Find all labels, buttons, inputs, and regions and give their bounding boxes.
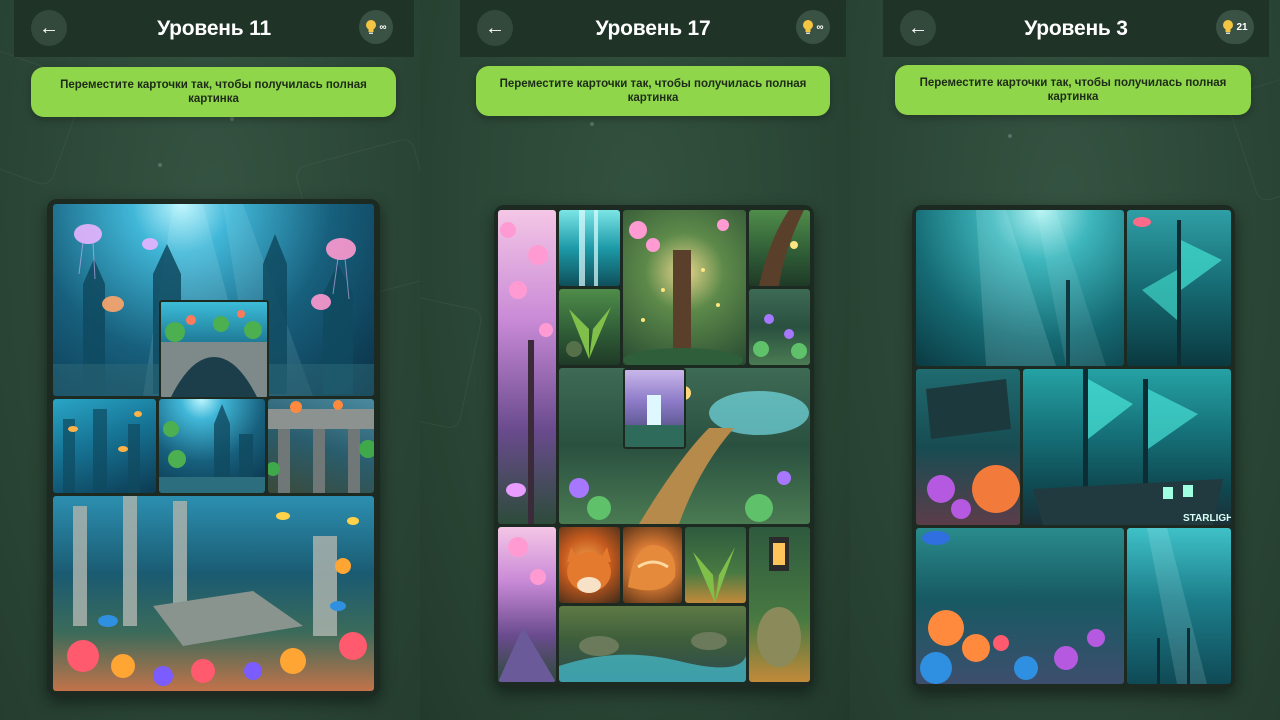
level-title: Уровень 11 xyxy=(157,16,271,40)
puzzle-tile[interactable] xyxy=(159,399,265,493)
lightbulb-icon xyxy=(366,20,377,34)
puzzle-tile[interactable] xyxy=(1127,210,1231,366)
puzzle-tile[interactable] xyxy=(685,527,746,603)
puzzle-tile[interactable] xyxy=(623,210,746,365)
hint-button[interactable]: ∞ xyxy=(359,10,393,44)
puzzle-tile[interactable] xyxy=(749,210,810,286)
puzzle-tile[interactable] xyxy=(749,289,810,365)
puzzle-tile[interactable]: STARLIGH xyxy=(1023,369,1231,525)
puzzle-tile[interactable] xyxy=(53,496,374,691)
puzzle-tile[interactable] xyxy=(559,527,620,603)
level-title: Уровень 3 xyxy=(1024,16,1128,40)
puzzle-tile[interactable] xyxy=(623,527,682,603)
puzzle-tile[interactable] xyxy=(559,606,746,682)
level-screen-3: ← Уровень 3 21 Переместите карточки так,… xyxy=(850,0,1280,720)
puzzle-board: STARLIGH xyxy=(912,205,1235,689)
puzzle-tile[interactable] xyxy=(916,369,1020,525)
puzzle-tile[interactable] xyxy=(1127,528,1231,684)
level-screen-2: ← Уровень 17 ∞ Переместите карточки так,… xyxy=(420,0,850,720)
arrow-left-icon: ← xyxy=(908,16,928,39)
level-header: ← Уровень 3 21 xyxy=(883,0,1269,57)
level-header: ← Уровень 17 ∞ xyxy=(460,0,846,57)
arrow-left-icon: ← xyxy=(39,16,59,39)
instruction-banner: Переместите карточки так, чтобы получила… xyxy=(31,67,396,117)
background-decoration xyxy=(420,291,484,431)
hint-count: 21 xyxy=(1236,21,1248,33)
puzzle-tile[interactable] xyxy=(268,399,374,493)
puzzle-tile[interactable] xyxy=(749,527,810,682)
puzzle-tile[interactable] xyxy=(498,210,556,524)
puzzle-tile[interactable] xyxy=(559,210,620,286)
level-header: ← Уровень 11 ∞ xyxy=(14,0,414,57)
arrow-left-icon: ← xyxy=(485,16,505,39)
instruction-banner: Переместите карточки так, чтобы получила… xyxy=(895,65,1251,115)
level-title: Уровень 17 xyxy=(595,16,711,40)
puzzle-tile[interactable] xyxy=(159,300,269,399)
hint-count: ∞ xyxy=(816,21,824,33)
puzzle-tile[interactable] xyxy=(559,289,620,365)
ship-nameplate: STARLIGH xyxy=(1183,513,1231,524)
instruction-banner: Переместите карточки так, чтобы получила… xyxy=(476,66,830,116)
puzzle-board xyxy=(494,205,814,687)
background-dot xyxy=(230,117,234,121)
hint-button[interactable]: 21 xyxy=(1216,10,1254,44)
puzzle-board xyxy=(47,199,380,696)
back-button[interactable]: ← xyxy=(477,10,513,46)
puzzle-tile[interactable] xyxy=(53,399,156,493)
puzzle-tile[interactable] xyxy=(623,368,686,449)
puzzle-tile[interactable] xyxy=(916,528,1124,684)
lightbulb-icon xyxy=(1223,20,1234,34)
back-button[interactable]: ← xyxy=(31,10,67,46)
level-screen-1: ← Уровень 11 ∞ Переместите карточки так,… xyxy=(0,0,420,720)
puzzle-tile[interactable] xyxy=(916,210,1124,366)
background-dot xyxy=(590,122,594,126)
hint-count: ∞ xyxy=(379,21,387,33)
background-dot xyxy=(158,163,162,167)
lightbulb-icon xyxy=(803,20,814,34)
puzzle-tile[interactable] xyxy=(498,527,556,682)
back-button[interactable]: ← xyxy=(900,10,936,46)
hint-button[interactable]: ∞ xyxy=(796,10,830,44)
background-dot xyxy=(1008,134,1012,138)
